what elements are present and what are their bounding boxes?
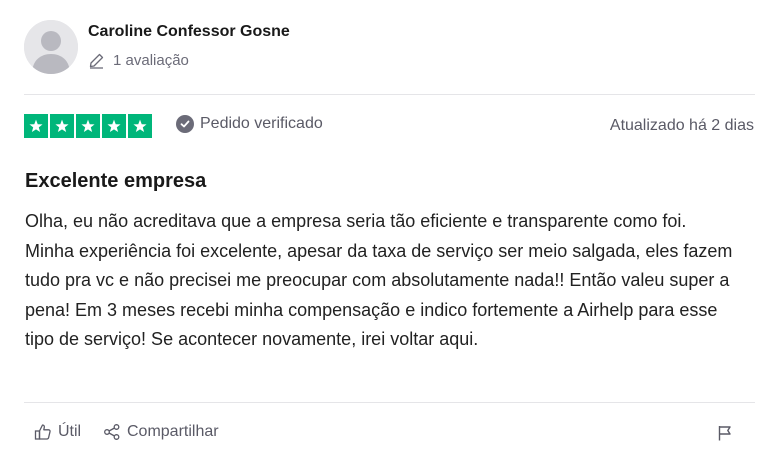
divider [24,402,755,403]
pencil-icon [89,53,104,69]
useful-label: Útil [58,423,82,440]
review-title[interactable]: Excelente empresa [25,170,206,193]
reviewer-name[interactable]: Caroline Confessor Gosne [88,23,290,41]
star-icon [102,114,126,138]
checkmark-circle-icon [176,115,194,133]
star-icon [24,114,48,138]
verified-badge[interactable]: Pedido verificado [176,115,323,133]
star-rating [24,114,152,138]
share-icon [104,424,120,440]
star-icon [128,114,152,138]
thumbs-up-icon [34,424,51,440]
report-button[interactable] [716,424,734,442]
useful-button[interactable]: Útil [34,423,81,441]
user-silhouette-icon [24,20,78,74]
review-date: Atualizado há 2 dias [609,117,754,134]
share-button[interactable]: Compartilhar [103,423,219,441]
share-label: Compartilhar [127,423,219,440]
verified-label: Pedido verificado [200,115,323,132]
star-icon [50,114,74,138]
flag-icon [718,426,731,441]
avatar[interactable] [24,20,78,74]
review-body: Olha, eu não acreditava que a empresa se… [25,211,733,349]
review-count: 1 avaliação [88,52,189,69]
review-count-label: 1 avaliação [113,52,189,69]
review-card: Caroline Confessor Gosne 1 avaliação Ped… [0,0,780,469]
star-icon [76,114,100,138]
divider [24,94,755,95]
